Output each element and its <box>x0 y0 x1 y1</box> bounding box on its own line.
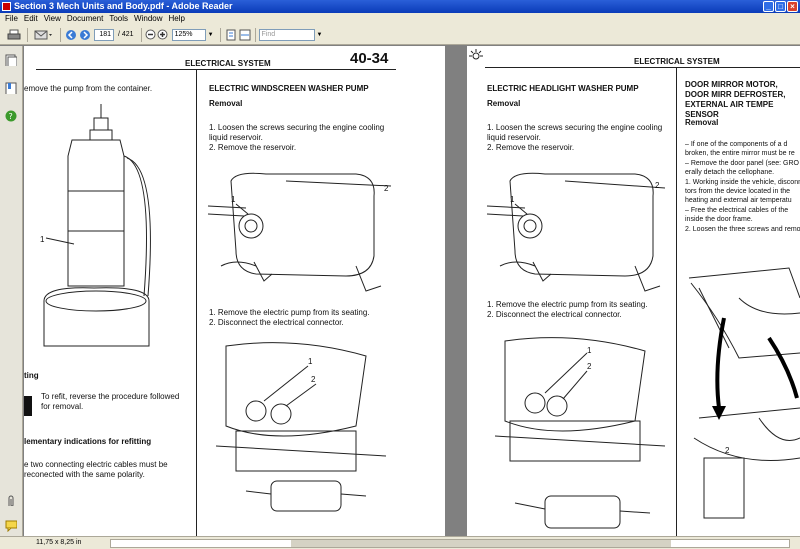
door-mirror-removal-subtitle: Removal <box>685 118 719 127</box>
title-bar: Section 3 Mech Units and Body.pdf - Adob… <box>0 0 800 13</box>
door-mirror-title: DOOR MIRROR MOTOR, DOOR MIRR DEFROSTER, … <box>685 80 786 119</box>
headlight-step-a2: 2. Remove the reservoir. <box>487 143 575 152</box>
fuel-pump-diagram: 1 <box>40 104 151 347</box>
menu-edit[interactable]: Edit <box>21 13 41 25</box>
windscreen-step-b2: 2. Disconnect the electrical connector. <box>209 318 344 327</box>
scrollbar-thumb[interactable] <box>291 540 671 547</box>
toolbar: 181 / 421 125% ▼ Find ▼ <box>0 25 800 45</box>
reservoir-diagram: 2 1 <box>207 172 392 292</box>
headlight-reservoir-callout-2: 2 <box>655 181 660 190</box>
door-mirror-bullet-2: – Remove the door panel (see: GRO erally… <box>685 160 800 176</box>
refit-heading: ting <box>24 371 39 380</box>
close-button[interactable]: × <box>787 1 798 12</box>
comments-icon[interactable] <box>5 520 17 532</box>
door-callout-2: 2 <box>725 446 730 455</box>
supplementary-text: e two connecting electric cables must be… <box>24 460 168 479</box>
door-mirror-bullet-3: 1. Working inside the vehicle, disconn t… <box>685 179 800 204</box>
windscreen-step-a1: 1. Loosen the screws securing the engine… <box>209 123 385 142</box>
menu-view[interactable]: View <box>41 13 64 25</box>
headlight-reservoir-diagram: 2 1 <box>486 172 666 292</box>
headlight-pump-title: ELECTRIC HEADLIGHT WASHER PUMP <box>487 84 639 93</box>
maximize-button[interactable]: □ <box>775 1 786 12</box>
door-mirror-bullet-4: – Free the electrical cables of the insi… <box>685 207 789 223</box>
door-mirror-bullet-1: – If one of the components of a d broken… <box>685 141 795 157</box>
page-right: ELECTRICAL SYSTEM ELECTRIC HEADLIGHT WAS… <box>467 46 800 536</box>
headlight-pump-callout-1: 1 <box>587 346 592 355</box>
header-rule-right <box>485 67 800 68</box>
page-size-label: 11,75 x 8,25 in <box>36 539 82 546</box>
headlight-step-b1: 1. Remove the electric pump from its sea… <box>487 300 648 309</box>
help-icon[interactable]: ? <box>5 110 17 122</box>
pump-callout-2: 2 <box>311 375 316 384</box>
navigation-panel: ? <box>0 46 23 536</box>
attachments-icon[interactable] <box>5 494 17 506</box>
bookmarks-icon[interactable] <box>5 82 17 94</box>
minimize-button[interactable]: _ <box>763 1 774 12</box>
headlight-steps-b: 1. Remove the electric pump from its sea… <box>487 300 672 320</box>
door-mirror-bullet-5: 2. Loosen the three screws and remo <box>685 226 800 233</box>
supplementary-heading: lementary indications for refitting <box>24 437 152 446</box>
page-total: / 421 <box>118 31 134 38</box>
section-marker <box>24 396 32 416</box>
pages-icon[interactable] <box>5 54 17 66</box>
document-view[interactable]: ELECTRICAL SYSTEM 40-34 emove the pump f… <box>24 46 800 536</box>
fit-page-icon[interactable] <box>224 28 238 42</box>
headlight-pump-diagram: 1 2 <box>495 337 666 529</box>
print-icon[interactable] <box>4 28 24 42</box>
page-gap <box>445 46 467 536</box>
windscreen-pump-title: ELECTRIC WINDSCREEN WASHER PUMP <box>209 84 369 93</box>
previous-page-icon[interactable] <box>64 28 78 42</box>
headlight-step-b2: 2. Disconnect the electrical connector. <box>487 310 622 319</box>
windscreen-removal-subtitle: Removal <box>209 99 243 108</box>
windscreen-steps-b: 1. Remove the electric pump from its sea… <box>209 308 394 328</box>
status-bar: 11,75 x 8,25 in <box>0 536 800 549</box>
page-number-input[interactable]: 181 <box>94 28 114 41</box>
find-input[interactable]: Find <box>258 28 315 41</box>
menu-tools[interactable]: Tools <box>106 13 131 25</box>
col1-intro: emove the pump from the container. <box>24 84 153 93</box>
horizontal-scrollbar[interactable] <box>110 539 790 548</box>
zoom-select[interactable]: 125% <box>171 28 206 41</box>
headlight-step-a1: 1. Loosen the screws securing the engine… <box>487 123 663 142</box>
reservoir-callout-1: 1 <box>231 195 236 204</box>
zoom-out-icon[interactable] <box>145 28 157 42</box>
column-divider-right <box>676 68 677 536</box>
door-diagram: 2 <box>688 267 800 519</box>
reservoir-callout-2: 2 <box>384 184 389 193</box>
page-right-header: ELECTRICAL SYSTEM <box>634 57 720 66</box>
next-page-icon[interactable] <box>78 28 92 42</box>
menu-file[interactable]: File <box>2 13 21 25</box>
find-dropdown-icon[interactable]: ▼ <box>317 32 323 38</box>
headlight-pump-callout-2: 2 <box>587 362 592 371</box>
zoom-dropdown-icon[interactable]: ▼ <box>208 32 214 38</box>
column-divider <box>196 70 197 536</box>
bulb-symbol-icon <box>469 49 483 60</box>
menu-bar: File Edit View Document Tools Window Hel… <box>0 13 800 25</box>
adobe-reader-icon <box>2 2 11 11</box>
headlight-steps-a: 1. Loosen the screws securing the engine… <box>487 123 672 153</box>
page-left: ELECTRICAL SYSTEM 40-34 emove the pump f… <box>24 46 445 536</box>
fit-width-icon[interactable] <box>238 28 252 42</box>
windscreen-step-a2: 2. Remove the reservoir. <box>209 143 297 152</box>
window-title: Section 3 Mech Units and Body.pdf - Adob… <box>14 1 233 11</box>
menu-window[interactable]: Window <box>131 13 165 25</box>
fuel-pump-callout-1: 1 <box>40 235 45 244</box>
email-icon[interactable] <box>31 28 57 42</box>
menu-document[interactable]: Document <box>64 13 106 25</box>
windscreen-steps-a: 1. Loosen the screws securing the engine… <box>209 123 394 153</box>
page-left-header: ELECTRICAL SYSTEM <box>185 59 271 68</box>
windscreen-step-b1: 1. Remove the electric pump from its sea… <box>209 308 370 317</box>
pump-callout-1: 1 <box>308 357 313 366</box>
headlight-reservoir-callout-1: 1 <box>510 195 515 204</box>
door-mirror-steps: – If one of the components of a d broken… <box>685 140 800 234</box>
svg-text:?: ? <box>9 112 13 121</box>
page-number-label: 40-34 <box>350 50 389 67</box>
menu-help[interactable]: Help <box>166 13 188 25</box>
refit-text: To refit, reverse the procedure followed… <box>41 392 180 411</box>
windscreen-pump-diagram: 1 2 <box>216 342 387 512</box>
zoom-in-icon[interactable] <box>157 28 169 42</box>
header-rule <box>36 69 396 70</box>
headlight-removal-subtitle: Removal <box>487 99 521 108</box>
